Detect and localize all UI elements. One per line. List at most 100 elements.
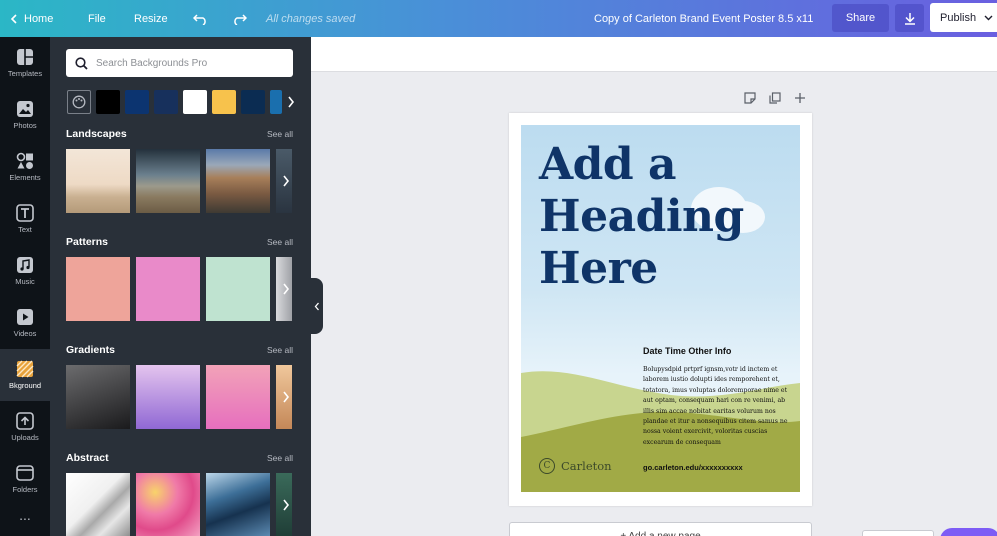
see-all-link[interactable]: See all <box>267 237 293 247</box>
see-all-link[interactable]: See all <box>267 129 293 139</box>
chevron-right-icon <box>283 283 290 295</box>
section-header-patterns: Patterns See all <box>66 236 293 248</box>
rail-label: Folders <box>12 485 38 494</box>
background-thumbnail[interactable] <box>136 149 200 213</box>
redo-icon <box>234 13 247 25</box>
section-title: Abstract <box>66 452 109 464</box>
rail-label: Music <box>15 277 35 286</box>
landscapes-next-button[interactable] <box>278 149 294 213</box>
poster-url[interactable]: go.carleton.edu/xxxxxxxxxx <box>643 463 743 472</box>
poster-info-title[interactable]: Date Time Other Info <box>643 346 731 356</box>
add-page-icon-button[interactable] <box>794 92 806 104</box>
rail-label: Videos <box>13 329 37 338</box>
add-note-button[interactable] <box>744 92 756 104</box>
poster-info-body[interactable]: Bolupysdpid prtprf ignsm,votr id inctem … <box>643 365 791 448</box>
publish-button[interactable]: Publish <box>930 3 997 32</box>
color-swatch[interactable] <box>96 90 120 114</box>
color-swatch[interactable] <box>241 90 265 114</box>
search-box[interactable] <box>66 49 293 77</box>
background-thumbnail[interactable] <box>206 365 270 429</box>
left-rail: Templates Photos Elements Text Music Vid… <box>0 37 50 536</box>
carleton-seal-icon: C <box>539 458 555 474</box>
section-title: Gradients <box>66 344 116 356</box>
patterns-row <box>66 257 292 321</box>
document-title[interactable]: Copy of Carleton Brand Event Poster 8.5 … <box>594 0 813 37</box>
undo-button[interactable] <box>193 0 208 37</box>
background-thumbnail[interactable] <box>66 149 130 213</box>
rail-label: Bkground <box>8 381 42 390</box>
color-swatches <box>67 90 282 114</box>
add-new-page-button[interactable]: + Add a new page <box>509 522 812 536</box>
abstract-next-button[interactable] <box>278 473 294 536</box>
background-thumbnail[interactable] <box>136 257 200 321</box>
see-all-link[interactable]: See all <box>267 453 293 463</box>
download-icon <box>904 12 915 25</box>
section-header-abstract: Abstract See all <box>66 452 293 464</box>
patterns-next-button[interactable] <box>278 257 294 321</box>
color-swatch[interactable] <box>154 90 178 114</box>
publish-label: Publish <box>940 11 977 24</box>
text-icon <box>16 204 34 222</box>
rail-label: Photos <box>13 121 37 130</box>
rail-item-photos[interactable]: Photos <box>0 89 50 141</box>
duplicate-page-button[interactable] <box>769 92 781 104</box>
background-thumbnail[interactable] <box>206 149 270 213</box>
zoom-control[interactable] <box>862 530 934 536</box>
home-label: Home <box>24 12 54 25</box>
section-header-landscapes: Landscapes See all <box>66 128 293 140</box>
poster-headline[interactable]: Add a Heading Here <box>539 139 789 295</box>
collapse-panel-button[interactable] <box>311 278 323 334</box>
rail-item-music[interactable]: Music <box>0 245 50 297</box>
rail-more-button[interactable]: ... <box>0 507 50 536</box>
resize-button[interactable]: Resize <box>134 0 168 37</box>
poster[interactable]: Add a Heading Here Date Time Other Info … <box>521 125 800 492</box>
background-thumbnail[interactable] <box>136 473 200 536</box>
background-thumbnail[interactable] <box>66 257 130 321</box>
color-swatch[interactable] <box>183 90 207 114</box>
photos-icon <box>17 101 33 117</box>
editor-toolbar <box>311 37 997 72</box>
see-all-link[interactable]: See all <box>267 345 293 355</box>
background-thumbnail[interactable] <box>66 473 130 536</box>
chevron-right-icon <box>283 499 290 511</box>
color-swatch[interactable] <box>125 90 149 114</box>
swatches-next-icon[interactable] <box>287 96 295 108</box>
background-thumbnail[interactable] <box>206 473 270 536</box>
download-button[interactable] <box>895 4 924 32</box>
gradients-row <box>66 365 292 429</box>
rail-item-text[interactable]: Text <box>0 193 50 245</box>
file-menu[interactable]: File <box>88 0 106 37</box>
logo-text: Carleton <box>561 459 612 473</box>
rail-item-templates[interactable]: Templates <box>0 37 50 89</box>
search-icon <box>75 56 88 70</box>
background-thumbnail[interactable] <box>136 365 200 429</box>
page-tools <box>744 92 806 104</box>
save-status: All changes saved <box>266 12 356 25</box>
redo-button[interactable] <box>232 0 247 37</box>
rail-item-folders[interactable]: Folders <box>0 453 50 505</box>
section-header-gradients: Gradients See all <box>66 344 293 356</box>
search-input[interactable] <box>96 57 276 69</box>
carleton-logo[interactable]: C Carleton <box>539 458 612 474</box>
section-title: Patterns <box>66 236 109 248</box>
color-palette-button[interactable] <box>67 90 91 114</box>
uploads-icon <box>16 412 34 430</box>
elements-icon <box>16 152 33 169</box>
background-thumbnail[interactable] <box>66 365 130 429</box>
rail-item-background[interactable]: Bkground <box>0 349 50 401</box>
rail-item-videos[interactable]: Videos <box>0 297 50 349</box>
help-button[interactable] <box>940 528 997 536</box>
rail-item-uploads[interactable]: Uploads <box>0 401 50 453</box>
videos-icon <box>17 309 33 325</box>
home-button[interactable]: Home <box>10 0 53 37</box>
note-icon <box>744 92 756 104</box>
gradients-next-button[interactable] <box>278 365 294 429</box>
share-button[interactable]: Share <box>832 4 889 32</box>
rail-item-elements[interactable]: Elements <box>0 141 50 193</box>
rail-label: Elements <box>9 173 41 182</box>
color-swatch[interactable] <box>212 90 236 114</box>
background-thumbnail[interactable] <box>206 257 270 321</box>
color-swatch[interactable] <box>270 90 282 114</box>
section-title: Landscapes <box>66 128 127 140</box>
design-page[interactable]: Add a Heading Here Date Time Other Info … <box>509 113 812 506</box>
